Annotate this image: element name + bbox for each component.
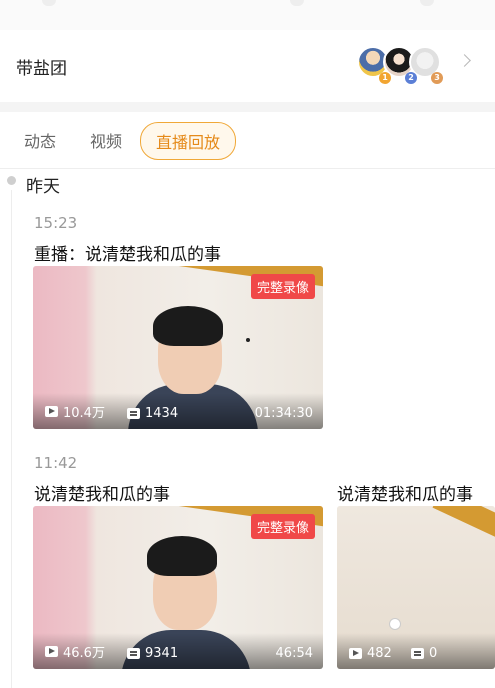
play-count-value: 46.6万 [63,646,105,661]
play-count-icon [349,648,362,659]
video-title[interactable]: 重播：说清楚我和瓜的事 [34,240,221,265]
rank-badge: 2 [405,72,417,84]
rank-badge: 1 [379,72,391,84]
video-duration: 46:54 [275,646,313,661]
video-title[interactable]: 说清楚我和瓜的事 [337,480,473,505]
comment-count: 9341 [127,646,178,661]
play-count-value: 482 [367,646,392,661]
fan-avatars[interactable]: 1 2 3 [357,46,443,86]
play-count: 10.4万 [45,402,105,421]
video-card[interactable]: 完整录像 46.6万 9341 46:54 [33,506,323,669]
section-divider [0,102,495,112]
play-count-value: 10.4万 [63,406,105,421]
video-card[interactable]: 完整录像 10.4万 1434 01:34:30 [33,266,323,429]
timeline-dot [7,176,16,185]
video-duration: 01:34:30 [254,406,313,421]
timeline-line [11,190,12,688]
comment-count-icon [127,408,140,419]
top-strip [0,0,495,30]
comment-count-value: 0 [429,646,438,661]
play-count-icon [45,406,58,417]
video-title[interactable]: 说清楚我和瓜的事 [34,480,170,505]
fan-group-row[interactable]: 带盐团 1 2 3 [0,30,495,102]
comment-count-icon [411,648,424,659]
partial-element [42,0,56,6]
partial-element [290,0,304,6]
fan-group-title: 带盐团 [16,59,67,79]
entry-time: 15:23 [34,214,78,232]
play-count: 482 [349,646,392,661]
full-recording-badge: 完整录像 [250,274,315,299]
comment-count-icon [127,648,140,659]
tab-live-replay[interactable]: 直播回放 [140,122,237,160]
chevron-right-icon[interactable] [458,54,471,67]
tab-bar: 动态 视频 直播回放 [0,112,495,169]
thumbnail-decor [246,338,250,342]
comment-count-value: 9341 [145,646,179,661]
video-card[interactable]: 482 0 [337,506,495,669]
thumbnail-decor [389,618,401,630]
rank-badge: 3 [431,72,443,84]
tab-dynamics[interactable]: 动态 [24,128,56,152]
full-recording-badge: 完整录像 [250,514,315,539]
day-label: 昨天 [26,177,60,197]
comment-count-value: 1434 [145,406,179,421]
comment-count: 0 [411,646,437,661]
partial-element [420,0,434,6]
comment-count: 1434 [127,406,178,421]
tab-videos[interactable]: 视频 [90,128,122,152]
entry-time: 11:42 [34,454,78,472]
thumbnail-person [153,306,223,346]
play-count-icon [45,646,58,657]
play-count: 46.6万 [45,642,105,661]
thumbnail-person [147,536,217,576]
